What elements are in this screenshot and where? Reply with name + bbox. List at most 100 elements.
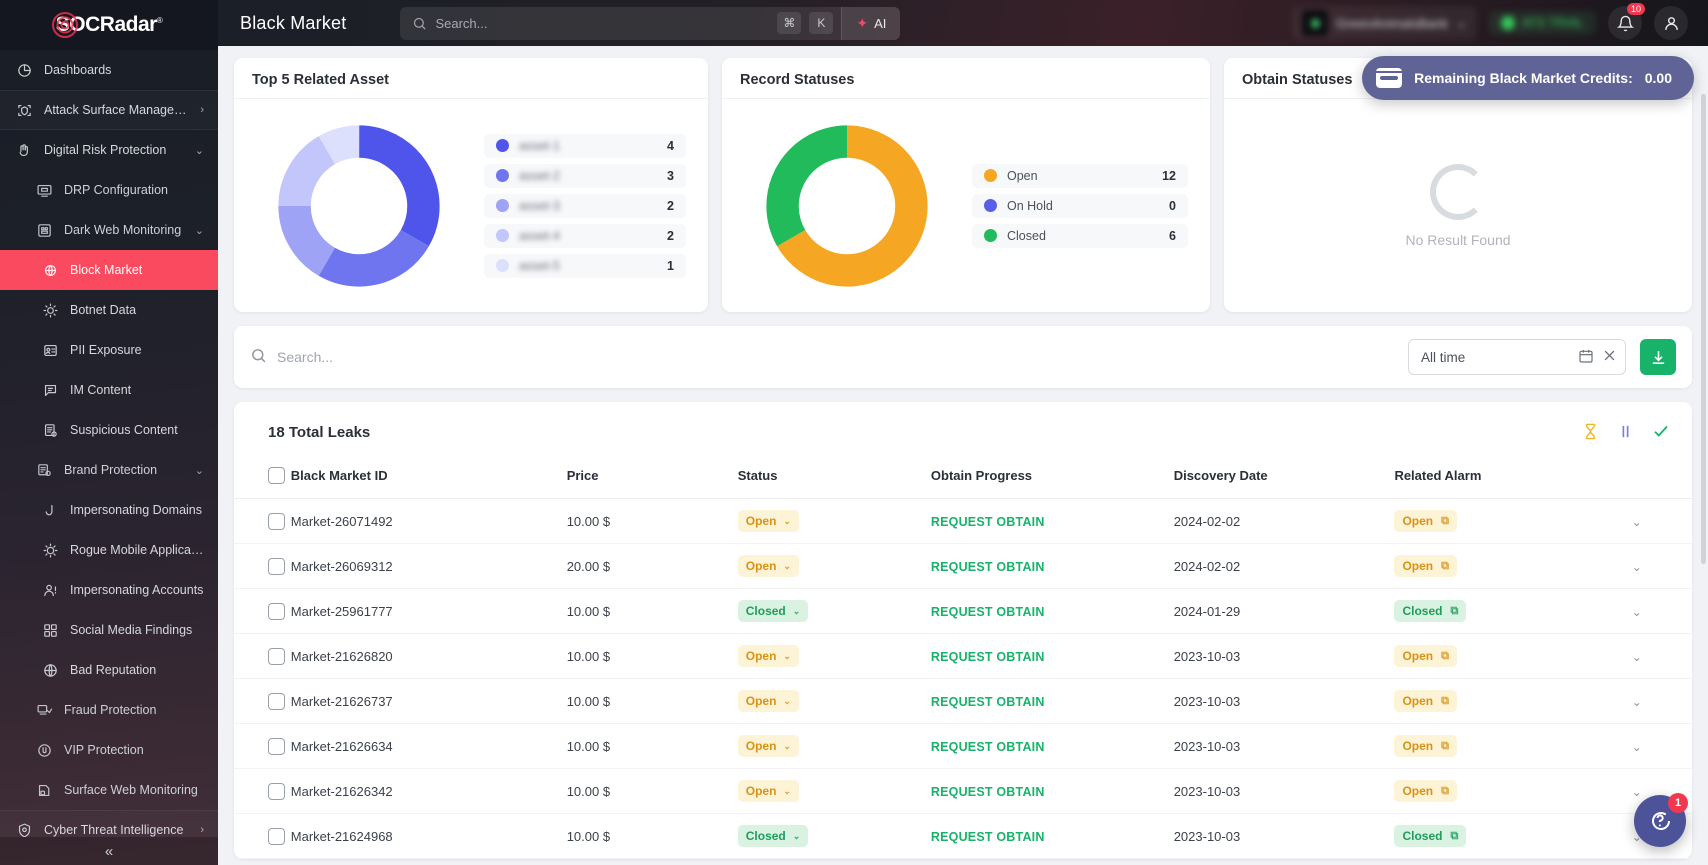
related-alarm-badge[interactable]: Closed ⧉: [1394, 600, 1467, 622]
hourglass-icon[interactable]: [1582, 423, 1599, 443]
request-obtain-button[interactable]: REQUEST OBTAIN: [931, 605, 1045, 619]
table-row[interactable]: Market-26069312 20.00 $ Open ⌄ REQUEST OBTAI…: [234, 543, 1692, 589]
sidebar-item-attack-surface-management[interactable]: Attack Surface Management ›: [0, 90, 218, 130]
status-badge[interactable]: Open ⌄: [737, 555, 799, 577]
sidebar-item-digital-risk-protection[interactable]: Digital Risk Protection ⌄: [0, 130, 218, 170]
related-alarm-badge[interactable]: Open ⧉: [1394, 735, 1457, 757]
related-alarm-badge[interactable]: Open ⧉: [1394, 780, 1457, 802]
expand-row-chevron-icon[interactable]: ⌄: [1632, 515, 1642, 529]
request-obtain-button[interactable]: REQUEST OBTAIN: [931, 560, 1045, 574]
support-chat-button[interactable]: 1: [1634, 793, 1688, 847]
chevron-right-icon[interactable]: ›: [200, 824, 204, 836]
table-row[interactable]: Market-21626634 10.00 $ Open ⌄ REQUEST OBTAI…: [234, 723, 1692, 769]
sidebar-item-pii-exposure[interactable]: PII Exposure: [0, 330, 218, 370]
col-header-obtain-progress[interactable]: Obtain Progress: [924, 453, 1168, 499]
col-header-price[interactable]: Price: [560, 453, 732, 499]
sidebar-item-bad-reputation[interactable]: Bad Reputation: [0, 650, 218, 690]
table-row[interactable]: Market-21626342 10.00 $ Open ⌄ REQUEST OBTAI…: [234, 768, 1692, 814]
related-alarm-badge[interactable]: Open ⧉: [1394, 555, 1457, 577]
row-checkbox[interactable]: [268, 782, 285, 800]
user-avatar[interactable]: [1654, 6, 1688, 40]
pause-icon[interactable]: [1617, 423, 1634, 443]
request-obtain-button[interactable]: REQUEST OBTAIN: [931, 695, 1045, 709]
expand-row-chevron-icon[interactable]: ⌄: [1632, 695, 1642, 709]
sidebar-item-social-media-findings[interactable]: Social Media Findings: [0, 610, 218, 650]
chevron-down-icon[interactable]: ⌄: [195, 144, 204, 157]
col-header-discovery-date[interactable]: Discovery Date: [1167, 453, 1389, 499]
check-icon[interactable]: [1652, 422, 1670, 443]
sidebar-item-rogue-mobile-applications[interactable]: Rogue Mobile Applications: [0, 530, 218, 570]
request-obtain-button[interactable]: REQUEST OBTAIN: [931, 515, 1045, 529]
page-title: Black Market: [240, 12, 347, 33]
expand-row-chevron-icon[interactable]: ⌄: [1632, 560, 1642, 574]
expand-row-chevron-icon[interactable]: ⌄: [1632, 740, 1642, 754]
status-badge[interactable]: Open ⌄: [737, 690, 799, 712]
row-checkbox[interactable]: [268, 647, 285, 665]
sidebar-item-im-content[interactable]: IM Content: [0, 370, 218, 410]
sidebar-item-impersonating-accounts[interactable]: Impersonating Accounts: [0, 570, 218, 610]
sidebar-collapse-button[interactable]: «: [0, 837, 218, 865]
chevron-right-icon[interactable]: ›: [200, 104, 204, 116]
request-obtain-button[interactable]: REQUEST OBTAIN: [931, 740, 1045, 754]
col-header-status[interactable]: Status: [731, 453, 925, 499]
related-alarm-badge[interactable]: Open ⧉: [1394, 510, 1457, 532]
related-alarm-badge[interactable]: Open ⧉: [1394, 690, 1457, 712]
expand-row-chevron-icon[interactable]: ⌄: [1632, 650, 1642, 664]
status-badge[interactable]: Open ⌄: [737, 780, 799, 802]
sidebar-item-suspicious-content[interactable]: Suspicious Content: [0, 410, 218, 450]
brand-logo[interactable]: SOCRadar®: [0, 0, 218, 50]
status-badge[interactable]: Open ⌄: [737, 645, 799, 667]
table-search[interactable]: [250, 347, 1394, 367]
org-switcher[interactable]: GreenAnimalsBank ⌄: [1292, 6, 1477, 40]
table-row[interactable]: Market-21626820 10.00 $ Open ⌄ REQUEST OBTAI…: [234, 633, 1692, 679]
row-checkbox[interactable]: [268, 827, 285, 845]
status-badge[interactable]: Open ⌄: [737, 735, 799, 757]
page-scrollbar[interactable]: [1701, 94, 1706, 564]
table-search-input[interactable]: [277, 349, 1394, 365]
date-range-picker[interactable]: All time: [1408, 339, 1626, 375]
sidebar-item-drp-configuration[interactable]: DRP Configuration: [0, 170, 218, 210]
notifications-button[interactable]: 10: [1608, 3, 1645, 40]
ai-assistant-button[interactable]: ✦ AI: [841, 6, 901, 40]
global-search-input[interactable]: [435, 15, 770, 31]
sidebar-item-impersonating-domains[interactable]: Impersonating Domains: [0, 490, 218, 530]
table-row[interactable]: Market-21626737 10.00 $ Open ⌄ REQUEST OBTAI…: [234, 678, 1692, 724]
export-download-button[interactable]: [1640, 339, 1676, 375]
row-checkbox[interactable]: [268, 557, 285, 575]
row-checkbox[interactable]: [268, 512, 285, 530]
clear-date-icon[interactable]: [1602, 348, 1617, 366]
sidebar-item-brand-protection[interactable]: Brand Protection ⌄: [0, 450, 218, 490]
sidebar-item-fraud-protection[interactable]: Fraud Protection: [0, 690, 218, 730]
status-badge[interactable]: Open ⌄: [737, 510, 799, 532]
row-checkbox[interactable]: [268, 692, 285, 710]
sidebar-item-botnet-data[interactable]: Botnet Data: [0, 290, 218, 330]
request-obtain-button[interactable]: REQUEST OBTAIN: [931, 785, 1045, 799]
col-header-black-market-id[interactable]: Black Market ID: [284, 453, 561, 499]
related-alarm-badge[interactable]: Open ⧉: [1394, 645, 1457, 667]
col-header-related-alarm[interactable]: Related Alarm: [1388, 453, 1626, 499]
sidebar-item-cyber-threat-intelligence[interactable]: Cyber Threat Intelligence ›: [0, 810, 218, 837]
cell-obtain-progress: REQUEST OBTAIN: [924, 588, 1168, 634]
chevron-down-icon[interactable]: ⌄: [195, 224, 204, 237]
request-obtain-button[interactable]: REQUEST OBTAIN: [931, 830, 1045, 844]
table-row[interactable]: Market-26071492 10.00 $ Open ⌄ REQUEST OBTAI…: [234, 498, 1692, 544]
sidebar-item-surface-web-monitoring[interactable]: Surface Web Monitoring: [0, 770, 218, 810]
related-alarm-badge[interactable]: Closed ⧉: [1394, 825, 1467, 847]
status-badge[interactable]: Closed ⌄: [737, 600, 809, 622]
global-search[interactable]: ⌘ K ✦ AI: [400, 6, 901, 40]
sidebar-item-block-market[interactable]: Block Market: [0, 250, 218, 290]
calendar-icon[interactable]: [1578, 348, 1594, 367]
row-checkbox[interactable]: [268, 737, 285, 755]
select-all-checkbox[interactable]: [268, 467, 285, 484]
table-row[interactable]: Market-21624968 10.00 $ Closed ⌄ REQUEST OBT…: [234, 813, 1692, 859]
request-obtain-button[interactable]: REQUEST OBTAIN: [931, 650, 1045, 664]
sidebar-item-dashboards[interactable]: Dashboards: [0, 50, 218, 90]
table-row[interactable]: Market-25961777 10.00 $ Closed ⌄ REQUEST OBT…: [234, 588, 1692, 634]
chevron-down-icon[interactable]: ⌄: [195, 464, 204, 477]
sidebar-item-dark-web-monitoring[interactable]: Dark Web Monitoring ⌄: [0, 210, 218, 250]
sidebar-item-vip-protection[interactable]: VIP Protection: [0, 730, 218, 770]
status-badge[interactable]: Closed ⌄: [737, 825, 809, 847]
row-checkbox[interactable]: [268, 602, 285, 620]
expand-row-chevron-icon[interactable]: ⌄: [1632, 785, 1642, 799]
expand-row-chevron-icon[interactable]: ⌄: [1632, 605, 1642, 619]
